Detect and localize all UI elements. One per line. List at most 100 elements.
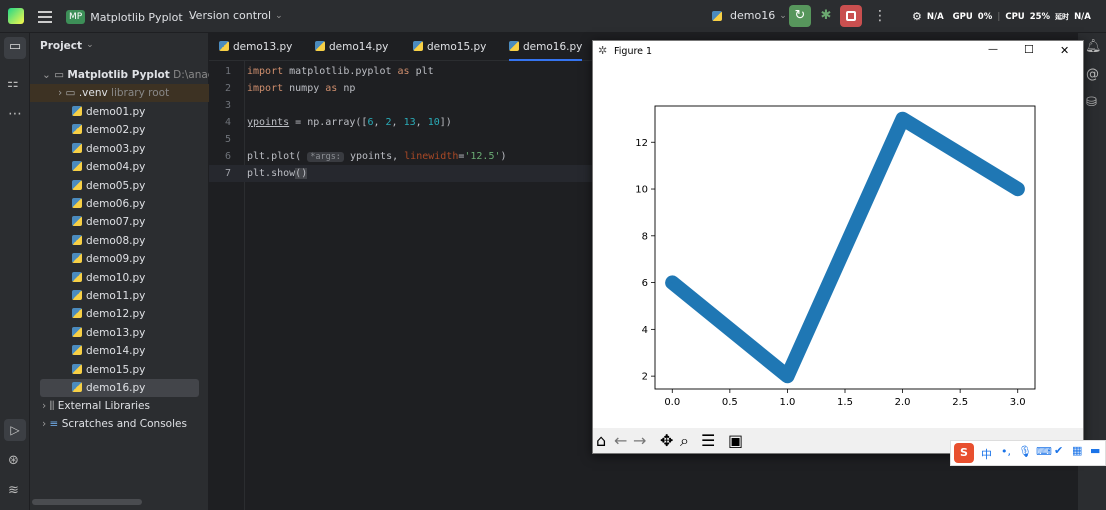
save-icon[interactable]: ▣ [728, 431, 743, 451]
ime-menu-icon[interactable]: ▬ [1090, 444, 1100, 457]
skin-icon[interactable]: ✔ [1054, 444, 1063, 457]
file-name: demo07.py [86, 216, 146, 229]
x-tick-label: 1.0 [779, 397, 795, 408]
project-panel-header[interactable]: Project ⌄ [40, 40, 94, 52]
editor-tab[interactable]: demo14.py [315, 33, 388, 61]
close-button[interactable]: ✕ [1060, 44, 1069, 57]
tree-file[interactable]: demo05.py [30, 177, 209, 195]
python-console-icon[interactable]: ⊛ [8, 453, 19, 468]
tree-file[interactable]: demo06.py [30, 195, 209, 213]
editor-tab[interactable]: demo16.py [509, 33, 583, 61]
tree-external-libraries[interactable]: › ⫼ External Libraries [30, 397, 209, 415]
more-actions-icon[interactable]: ⋮ [873, 7, 887, 25]
tree-file[interactable]: demo09.py [30, 250, 209, 268]
app-logo-icon[interactable] [8, 8, 24, 24]
back-icon[interactable]: ← [614, 431, 627, 451]
forward-icon[interactable]: → [633, 431, 646, 451]
editor-tab[interactable]: demo15.py [413, 33, 486, 61]
plot-canvas[interactable]: 0.0 0.5 1.0 1.5 2.0 2.5 3.0 2 4 6 8 10 12 [593, 63, 1083, 428]
zoom-icon[interactable]: ⌕ [680, 431, 689, 451]
tab-label: demo13.py [233, 41, 293, 53]
minimize-button[interactable]: — [988, 44, 998, 55]
notifications-icon[interactable]: 🔔︎ [1085, 39, 1102, 54]
microphone-icon[interactable]: 🎙︎ [1018, 445, 1032, 458]
apps-icon[interactable]: ▦ [1072, 444, 1082, 457]
tree-file[interactable]: demo11.py [30, 287, 209, 305]
line-number: 6 [224, 151, 231, 162]
ime-language[interactable]: 中 [981, 446, 992, 462]
tree-file[interactable]: demo02.py [30, 121, 209, 139]
maximize-button[interactable]: ☐ [1024, 43, 1034, 56]
file-name: demo16.py [86, 382, 146, 394]
figure-title: Figure 1 [614, 46, 653, 57]
python-file-icon [72, 326, 82, 337]
line-chart: 0.0 0.5 1.0 1.5 2.0 2.5 3.0 2 4 6 8 10 12 [635, 105, 1036, 408]
code-line-1[interactable]: import matplotlib.pyplot as plt [247, 63, 434, 80]
project-badge: MP [66, 10, 86, 24]
python-file-icon [72, 271, 82, 282]
run-tool-button[interactable]: ▷ [4, 419, 26, 441]
system-monitor: ⚙ N/A GPU 0% | CPU 25% 延时 N/A [912, 10, 1091, 23]
version-control-menu[interactable]: Version control ⌄ [189, 9, 283, 22]
data-point [1017, 188, 1019, 190]
memory-value: N/A [926, 11, 944, 22]
gpu-label: GPU [952, 11, 973, 22]
x-tick-label: 2.5 [952, 397, 968, 408]
tree-file[interactable]: demo08.py [30, 232, 209, 250]
horizontal-scrollbar[interactable] [32, 499, 142, 505]
tree-file[interactable]: demo15.py [30, 361, 209, 379]
pan-icon[interactable]: ✥ [660, 431, 673, 451]
file-name: demo01.py [86, 106, 146, 118]
project-name: Matplotlib Pyplot [90, 10, 183, 24]
tab-label: demo16.py [523, 41, 583, 53]
tree-file[interactable]: demo01.py [30, 103, 209, 121]
tree-file[interactable]: demo04.py [30, 158, 209, 176]
ime-logo[interactable]: S [954, 443, 974, 463]
project-tool-button[interactable]: ▭ [4, 37, 26, 59]
tree-file[interactable]: demo03.py [30, 140, 209, 158]
figure-title-bar[interactable]: ✲ Figure 1 — ☐ ✕ [593, 41, 1083, 63]
code-line-2[interactable]: import numpy as np [247, 80, 355, 97]
tree-venv[interactable]: › ▭ .venv library root [30, 84, 209, 102]
tree-scratches[interactable]: › ≡ Scratches and Consoles [30, 415, 209, 433]
tree-root[interactable]: ⌄ ▭ Matplotlib Pyplot D:\anacond [30, 66, 233, 84]
python-file-icon [72, 382, 82, 392]
figure-window: ✲ Figure 1 — ☐ ✕ 0.0 0.5 1.0 1.5 2.0 2.5 3.0 2 4… [592, 40, 1084, 454]
code-line-6[interactable]: plt.plot( *args: ypoints, linewidth='12.… [247, 148, 507, 166]
rerun-button[interactable]: ↻ [789, 5, 811, 27]
tree-file[interactable]: demo13.py [30, 324, 209, 342]
chevron-right-icon: › [42, 400, 47, 412]
tree-file[interactable]: demo16.py [40, 379, 199, 397]
line-number: 4 [224, 117, 231, 128]
editor-tab[interactable]: demo13.py [219, 33, 292, 61]
y-tick-label: 6 [642, 278, 648, 289]
home-icon[interactable]: ⌂ [596, 431, 606, 451]
ime-punct-icon[interactable]: •, [1001, 445, 1011, 458]
param-hint: *args: [307, 152, 344, 162]
ai-assistant-icon[interactable]: @ [1086, 67, 1099, 82]
file-name: demo10.py [86, 271, 146, 284]
code-line-7[interactable]: plt.show() [247, 165, 308, 182]
stop-button[interactable] [840, 5, 862, 27]
tree-file[interactable]: demo14.py [30, 342, 209, 360]
main-menu-icon[interactable] [38, 9, 52, 23]
tree-file[interactable]: demo10.py [30, 269, 209, 287]
database-icon[interactable]: ⛁ [1086, 95, 1097, 110]
project-switcher[interactable]: MP Matplotlib Pyplot ⌄ [66, 7, 195, 27]
more-tools-icon[interactable]: ⋯ [8, 106, 22, 122]
code-line-4[interactable]: ypoints = np.array([6, 2, 13, 10]) [247, 114, 452, 131]
ime-toolbar: S 中 •, 🎙︎ ⌨ ✔ ▦ ▬ [950, 440, 1106, 466]
python-file-icon [72, 308, 82, 319]
keyboard-icon[interactable]: ⌨ [1036, 445, 1052, 458]
layers-icon[interactable]: ≋ [8, 483, 19, 498]
file-name: demo02.py [86, 124, 146, 137]
code-area[interactable]: 1 import matplotlib.pyplot as plt 2 import… [209, 63, 1077, 203]
tree-file[interactable]: demo12.py [30, 305, 209, 323]
y-tick-label: 10 [635, 185, 648, 196]
structure-icon[interactable]: ⚏ [7, 76, 19, 91]
debug-button[interactable]: ✱ [816, 6, 836, 26]
tree-file[interactable]: demo07.py [30, 213, 209, 231]
configure-subplots-icon[interactable]: ☰ [701, 431, 715, 451]
python-file-icon [72, 106, 82, 116]
run-config-selector[interactable]: demo16 ⌄ [712, 9, 787, 22]
